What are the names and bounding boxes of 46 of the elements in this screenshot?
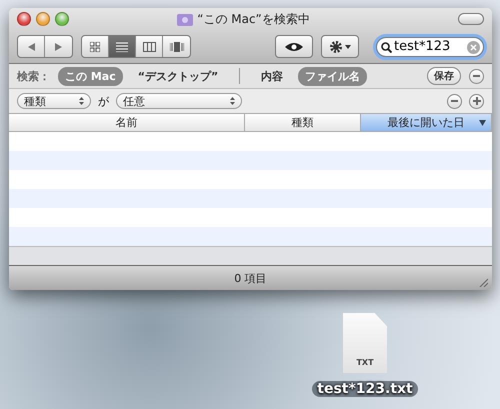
text-file-icon[interactable]: TXT	[343, 313, 387, 373]
action-menu-button[interactable]	[321, 35, 359, 58]
save-button[interactable]: 保存	[427, 67, 461, 85]
window-title: “この Mac”を検索中	[197, 10, 310, 28]
minus-icon	[451, 100, 458, 102]
close-button[interactable]	[17, 12, 31, 26]
back-icon	[28, 42, 34, 50]
view-mode-button[interactable]	[109, 36, 136, 57]
minimize-button[interactable]	[36, 12, 50, 26]
folder-icon	[177, 12, 194, 26]
stepper-arrows-icon	[79, 97, 84, 105]
search-attribute-button[interactable]: 内容	[254, 66, 290, 86]
minus-icon	[473, 75, 480, 77]
search-attribute-button[interactable]: ファイル名	[298, 66, 368, 86]
list-view-icon	[116, 42, 128, 52]
cover-flow-icon	[170, 42, 184, 52]
file-type-label: TXT	[356, 358, 374, 367]
column-header[interactable]: 種類	[245, 114, 361, 131]
search-icon	[381, 42, 392, 52]
toolbar-toggle-button[interactable]	[458, 13, 484, 25]
search-field[interactable]: test*123	[376, 36, 484, 56]
operator-label: が	[98, 94, 109, 108]
zoom-button[interactable]	[55, 12, 69, 26]
icon-view-icon	[90, 42, 100, 52]
value-popup[interactable]: 任意	[116, 93, 242, 109]
item-count: 0 項目	[234, 270, 267, 286]
scope-button[interactable]: “デスクトップ”	[130, 66, 226, 86]
add-criterion-button[interactable]	[469, 94, 484, 108]
sort-descending-icon	[479, 120, 486, 126]
caret-icon	[345, 44, 351, 48]
quick-look-button[interactable]	[275, 35, 313, 58]
stepper-arrows-icon	[230, 97, 235, 105]
column-header[interactable]: 名前	[9, 114, 245, 131]
column-header[interactable]: 最後に開いた日	[361, 114, 492, 131]
remove-criterion-button[interactable]	[447, 94, 462, 108]
remove-button[interactable]	[469, 68, 484, 84]
search-scope-label: 検索：	[17, 68, 50, 84]
columns-view-icon	[142, 42, 156, 52]
gear-icon	[329, 40, 343, 54]
resize-grip-icon	[478, 277, 488, 287]
eye-icon	[285, 42, 303, 52]
attribute-popup[interactable]: 種類	[17, 93, 91, 109]
plus-icon	[472, 97, 480, 105]
forward-icon	[55, 42, 62, 50]
file-name: test*123.txt	[312, 381, 418, 397]
scope-button[interactable]: この Mac	[58, 66, 123, 86]
